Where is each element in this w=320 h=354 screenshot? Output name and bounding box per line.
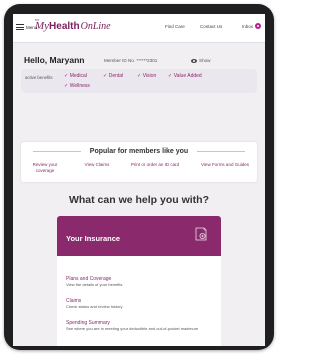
item-description: Check status and review history <box>66 304 123 309</box>
insurance-title: Your Insurance <box>66 234 121 243</box>
plans-coverage-item[interactable]: Plans and Coverage View the details of y… <box>66 276 214 288</box>
menu-icon <box>16 24 24 30</box>
spending-summary-item[interactable]: Spending Summary See where you are in me… <box>66 320 214 332</box>
top-navigation: Menu MY My Health OnLine Find Care Contact… <box>13 14 265 43</box>
inbox-badge-icon <box>255 23 261 29</box>
logo-my: My <box>35 20 50 32</box>
print-id-card-link[interactable]: Print or order an ID card <box>127 162 183 168</box>
benefit-vision[interactable]: ✓ Vision <box>137 73 156 79</box>
nav-contact-us[interactable]: Contact Us <box>200 24 222 29</box>
benefit-label: Vision <box>142 73 157 79</box>
your-insurance-card: Your Insurance Plans and Coverage View t… <box>57 216 221 346</box>
popular-links-card: Popular for members like you Review your… <box>21 142 257 182</box>
benefit-label: Medical <box>69 73 87 79</box>
benefit-medical[interactable]: ✓ Medical <box>64 73 87 79</box>
benefit-label: Wellness <box>69 83 90 89</box>
checkmark-icon: ✓ <box>168 73 173 79</box>
popular-title: Popular for members like you <box>89 148 189 155</box>
claims-item[interactable]: Claims Check status and review history <box>66 298 214 310</box>
benefit-label: Dental <box>108 73 124 79</box>
checkmark-icon: ✓ <box>64 83 69 89</box>
app-screen: Menu MY My Health OnLine Find Care Contact… <box>13 14 265 346</box>
myhealth-online-logo[interactable]: My Health OnLine <box>35 20 111 32</box>
benefit-label: Value Added <box>173 73 202 79</box>
logo-online: OnLine <box>80 21 111 32</box>
review-coverage-link[interactable]: Review your coverage <box>24 162 66 173</box>
eye-icon <box>191 58 197 63</box>
inbox-label: Inbox <box>241 23 253 29</box>
benefit-dental[interactable]: ✓ Dental <box>103 73 123 79</box>
inbox-button[interactable]: Inbox <box>242 23 261 29</box>
active-benefits-card: active benefits ✓ Medical ✓ Dental ✓ Vision… <box>21 69 257 93</box>
checkmark-icon: ✓ <box>103 73 108 79</box>
greeting-title: Hello, Maryann <box>24 55 85 65</box>
checkmark-icon: ✓ <box>64 73 69 79</box>
nav-find-care[interactable]: Find Care <box>165 24 185 29</box>
benefit-value-added[interactable]: ✓ Value Added <box>168 73 202 79</box>
show-label: Show <box>199 58 211 63</box>
member-id: Member ID No. ******2301 <box>104 58 158 63</box>
benefit-wellness[interactable]: ✓ Wellness <box>64 83 90 89</box>
view-claims-link[interactable]: View Claims <box>79 162 115 168</box>
show-member-id-button[interactable]: Show <box>191 58 211 63</box>
view-forms-link[interactable]: View Forms and Guides <box>197 162 253 168</box>
insurance-header[interactable]: Your Insurance <box>57 216 221 256</box>
tablet-frame: Menu MY My Health OnLine Find Care Contact… <box>4 4 274 350</box>
active-benefits-label: active benefits <box>25 75 53 80</box>
logo-health: Health <box>49 21 80 32</box>
item-description: See where you are in meeting your deduct… <box>66 326 199 331</box>
help-heading: What can we help you with? <box>68 194 209 206</box>
item-description: View the details of your benefits <box>66 282 123 287</box>
insurance-card-icon <box>195 227 207 241</box>
checkmark-icon: ✓ <box>137 73 142 79</box>
